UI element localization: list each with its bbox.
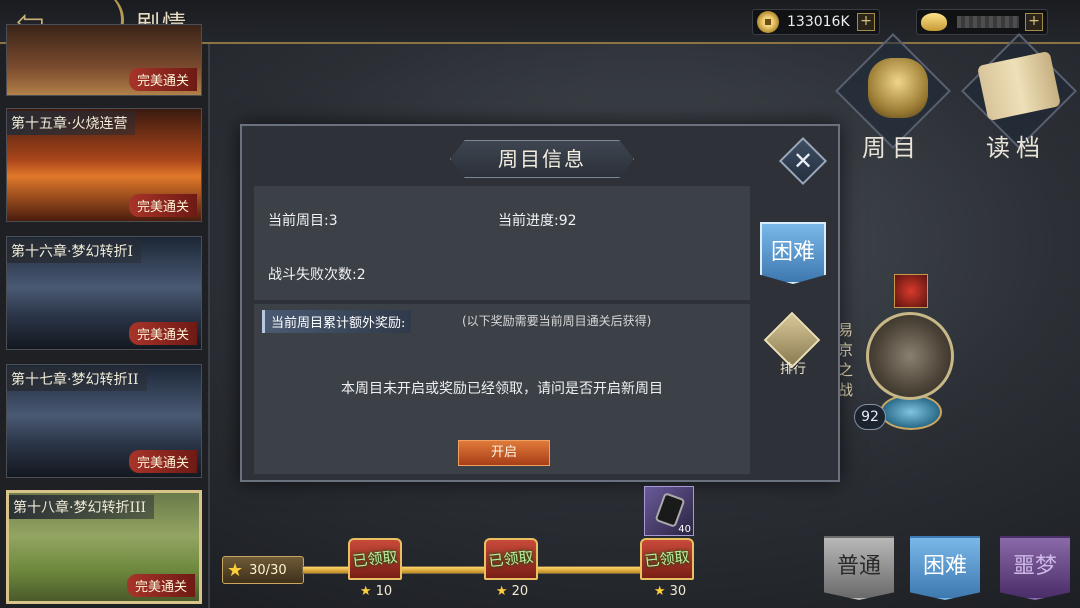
open-new-round-button[interactable]: 开启: [458, 440, 550, 466]
chest-requirement: ★ 20: [495, 584, 529, 599]
perfect-clear-badge: 完美通关: [128, 68, 197, 91]
current-progress-text: 当前进度:92: [498, 213, 577, 229]
chapter-card-17[interactable]: 第十七章·梦幻转折II 完美通关: [6, 364, 202, 478]
chapter-card-15[interactable]: 第十五章·火烧连营 完美通关: [6, 108, 202, 222]
reward-header: 当前周目累计额外奖励:: [262, 310, 412, 333]
chapter-card-16[interactable]: 第十六章·梦幻转折I 完美通关: [6, 236, 202, 350]
reward-panel: 当前周目累计额外奖励: (以下奖励需要当前周目通关后获得) 本周目未开启或奖励已…: [254, 304, 750, 474]
chest-requirement: ★ 30: [653, 584, 687, 599]
chapter-title: 第十五章·火烧连营: [7, 111, 136, 135]
battle-failures-text: 战斗失败次数:2: [268, 267, 366, 283]
close-button[interactable]: ✕: [778, 136, 828, 186]
lion-head-icon: [868, 58, 928, 118]
dialog-title: 周目信息: [450, 140, 634, 178]
difficulty-nightmare-button[interactable]: 噩梦: [1000, 536, 1070, 600]
star-icon: ★: [227, 559, 244, 581]
perfect-clear-badge: 完美通关: [128, 194, 197, 217]
add-coins-button[interactable]: +: [857, 13, 875, 31]
coin-counter: 133016K +: [752, 9, 880, 35]
difficulty-hard-button[interactable]: 困难: [910, 536, 980, 600]
level-number-badge: 92: [854, 404, 886, 430]
gold-ingot-icon: [921, 13, 947, 31]
perfect-clear-badge: 完美通关: [128, 322, 197, 345]
star-count: 30/30: [249, 562, 287, 578]
reward-message: 本周目未开启或奖励已经领取，请问是否开启新周目: [341, 381, 663, 397]
reward-chest-10[interactable]: 已领取: [344, 528, 406, 584]
ingot-value-blurred: [957, 16, 1019, 28]
chest-requirement: ★ 10: [359, 584, 393, 599]
round-label[interactable]: 周目: [862, 128, 922, 163]
chapter-card-18[interactable]: 第十八章·梦幻转折III 完美通关: [6, 490, 202, 604]
load-label[interactable]: 读档: [986, 128, 1046, 163]
perfect-clear-badge: 完美通关: [126, 574, 195, 597]
hard-difficulty-banner[interactable]: 困难: [760, 222, 826, 284]
add-ingots-button[interactable]: +: [1025, 13, 1043, 31]
boss-portrait-icon: [894, 274, 928, 308]
ranking-label: 排行: [779, 362, 806, 377]
difficulty-normal-button[interactable]: 普通: [824, 536, 894, 600]
chapter-title: 第十七章·梦幻转折II: [7, 367, 147, 391]
round-info-panel: 当前周目:3 当前进度:92 战斗失败次数:2: [254, 186, 750, 300]
ranking-button[interactable]: 排行: [763, 311, 822, 377]
current-round-text: 当前周目:3: [268, 213, 338, 229]
perfect-clear-badge: 完美通关: [128, 450, 197, 473]
item-icon: [654, 492, 686, 528]
coin-icon: [757, 11, 779, 33]
chapter-title: 第十六章·梦幻转折I: [7, 239, 141, 263]
round-info-dialog: 周目信息 ✕ 当前周目:3 当前进度:92 战斗失败次数:2 当前周目累计额外奖…: [240, 124, 840, 482]
chapter-list[interactable]: 完美通关 第十五章·火烧连营 完美通关 第十六章·梦幻转折I 完美通关 第十七章…: [0, 24, 210, 608]
star-counter: ★ 30/30: [222, 556, 304, 584]
coin-value: 133016K: [787, 14, 850, 30]
level-node[interactable]: [866, 312, 954, 400]
reward-note: (以下奖励需要当前周目通关后获得): [462, 314, 652, 328]
level-name: 易京之战: [838, 321, 854, 399]
reward-chest-20[interactable]: 已领取: [480, 528, 542, 584]
ingot-counter: +: [916, 9, 1048, 35]
close-icon: ✕: [792, 147, 814, 175]
reward-chest-30[interactable]: 已领取: [636, 528, 698, 584]
chapter-title: 第十八章·梦幻转折III: [9, 495, 155, 519]
chapter-card-14[interactable]: 完美通关: [6, 24, 202, 96]
